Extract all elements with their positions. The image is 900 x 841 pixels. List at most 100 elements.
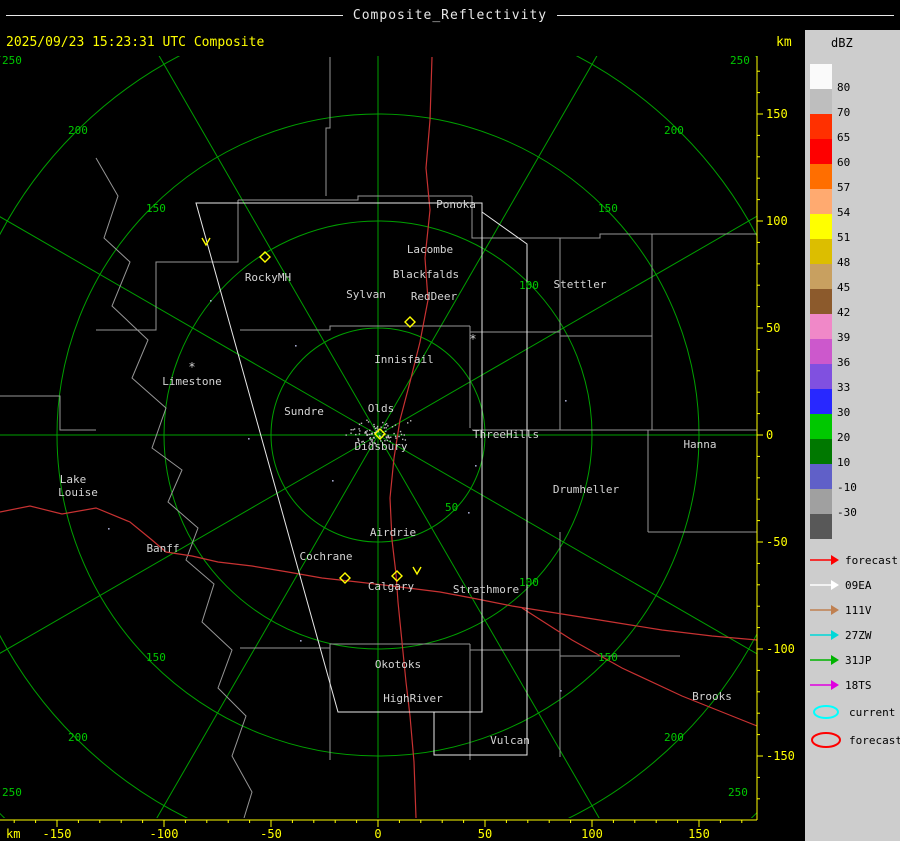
radar-echo-speckle bbox=[370, 433, 373, 435]
radar-echo-speckle bbox=[369, 429, 371, 432]
radar-echo-speckle bbox=[384, 424, 387, 426]
range-label: 250 bbox=[728, 786, 748, 799]
radar-echo-speckle bbox=[365, 432, 367, 434]
weak-echo-dot bbox=[295, 345, 297, 347]
dbz-color-swatch bbox=[810, 164, 832, 189]
radar-echo-speckle bbox=[374, 427, 377, 430]
radar-echo-speckle bbox=[394, 435, 397, 438]
radar-echo-speckle bbox=[398, 435, 400, 438]
weak-echo-dot bbox=[300, 640, 302, 642]
dbz-color-swatch bbox=[810, 339, 832, 364]
radar-map[interactable]: **250200150 15020025010050100150 150200250… bbox=[0, 0, 900, 841]
legend-label: current bbox=[849, 705, 896, 719]
radar-echo-speckle bbox=[353, 428, 356, 430]
dbz-scale-value: 60 bbox=[837, 156, 851, 169]
dbz-scale-value: 51 bbox=[837, 231, 851, 244]
city-label: Hanna bbox=[683, 438, 716, 451]
city-label: Louise bbox=[58, 486, 98, 499]
county-boundary bbox=[469, 644, 680, 657]
track-arrow-icon bbox=[810, 555, 839, 565]
weak-echo-dot bbox=[565, 400, 567, 402]
radar-echo-speckle bbox=[367, 421, 370, 423]
weak-echo-dot bbox=[560, 690, 562, 692]
dbz-color-swatch bbox=[810, 439, 832, 464]
city-label: ThreeHills bbox=[473, 428, 539, 441]
radar-echo-speckle bbox=[376, 425, 379, 428]
radar-echo-speckle bbox=[358, 423, 361, 426]
county-boundary bbox=[469, 326, 652, 337]
city-label: Innisfail bbox=[374, 353, 434, 366]
track-arrow-icon bbox=[810, 680, 839, 690]
dbz-scale-value: 30 bbox=[837, 406, 851, 419]
range-label: 200 bbox=[664, 124, 684, 137]
y-axis-label: 50 bbox=[766, 321, 780, 335]
range-label: 200 bbox=[68, 731, 88, 744]
dbz-scale-value: 39 bbox=[837, 331, 851, 344]
city-label: Strathmore bbox=[453, 583, 519, 596]
dbz-scale-value: -10 bbox=[837, 481, 857, 494]
map-layers: * * 250 200 150 150 200 250 100 50 100 150 150 200 250… bbox=[0, 54, 757, 818]
city-label: Airdrie bbox=[370, 526, 416, 539]
range-label: 250 bbox=[2, 54, 22, 67]
dbz-color-swatch bbox=[810, 314, 832, 339]
weak-echo-dot bbox=[468, 512, 470, 514]
range-label: 200 bbox=[68, 124, 88, 137]
range-label: 250 bbox=[2, 786, 22, 799]
legend-item-arrow: 09EA bbox=[809, 575, 872, 595]
dbz-scale-value: 48 bbox=[837, 256, 851, 269]
dbz-scale-value: 36 bbox=[837, 356, 851, 369]
range-label: 50 bbox=[445, 501, 458, 514]
county-boundary bbox=[325, 57, 331, 196]
radar-echo-speckle bbox=[385, 430, 387, 433]
radar-echo-speckle bbox=[391, 426, 394, 428]
city-label: Calgary bbox=[368, 580, 415, 593]
weak-echo-dot bbox=[248, 438, 250, 440]
dbz-scale-value: 57 bbox=[837, 181, 851, 194]
weak-echo-dot bbox=[210, 300, 212, 302]
radar-echo-speckle bbox=[366, 434, 368, 436]
city-label: Banff bbox=[146, 542, 179, 555]
legend-label: 31JP bbox=[845, 653, 872, 667]
radar-echo-speckle bbox=[387, 425, 389, 427]
dbz-color-swatch bbox=[810, 489, 832, 514]
radar-echo-speckle bbox=[373, 423, 375, 426]
city-label: Blackfalds bbox=[393, 268, 459, 281]
radar-echo-speckle bbox=[380, 426, 382, 428]
dbz-color-swatch bbox=[810, 389, 832, 414]
city-label: RockyMH bbox=[245, 271, 291, 284]
storm-ellipse-icon bbox=[813, 705, 839, 719]
radar-echo-speckle bbox=[410, 420, 412, 422]
dbz-scale-title: dBZ bbox=[831, 36, 853, 50]
radar-echo-speckle bbox=[385, 423, 388, 425]
dbz-scale-value: 54 bbox=[837, 206, 851, 219]
x-axis-label: 150 bbox=[688, 827, 710, 841]
radar-echo-speckle bbox=[366, 419, 368, 421]
dbz-scale-value: 65 bbox=[837, 131, 851, 144]
dbz-color-swatch bbox=[810, 89, 832, 114]
city-label: Drumheller bbox=[553, 483, 620, 496]
radar-echo-speckle bbox=[369, 437, 372, 439]
x-axis-label: 100 bbox=[581, 827, 603, 841]
radar-echo-speckle bbox=[379, 435, 381, 438]
radar-echo-speckle bbox=[407, 422, 409, 424]
track-arrow-icon bbox=[810, 580, 839, 590]
city-label: HighRiver bbox=[383, 692, 443, 705]
radar-echo-speckle bbox=[350, 429, 352, 431]
legend-item-arrow: 31JP bbox=[809, 650, 872, 670]
weak-echo-dot bbox=[332, 480, 334, 482]
legend-label: forecast bbox=[845, 553, 898, 567]
city-label: Lake bbox=[60, 473, 87, 486]
city-label: Sundre bbox=[284, 405, 324, 418]
weak-echo-dot bbox=[108, 528, 110, 530]
radar-echo-speckle bbox=[352, 429, 354, 431]
legend-label: 18TS bbox=[845, 678, 872, 692]
range-radial bbox=[0, 434, 379, 654]
city-label: RedDeer bbox=[411, 290, 458, 303]
dbz-scale-value: 70 bbox=[837, 106, 851, 119]
dbz-color-swatch bbox=[810, 464, 832, 489]
point-marker: * bbox=[469, 332, 476, 346]
dbz-scale-value: 45 bbox=[837, 281, 851, 294]
dbz-color-swatch bbox=[810, 189, 832, 214]
y-axis-label: 0 bbox=[766, 428, 773, 442]
dbz-color-swatch bbox=[810, 264, 832, 289]
